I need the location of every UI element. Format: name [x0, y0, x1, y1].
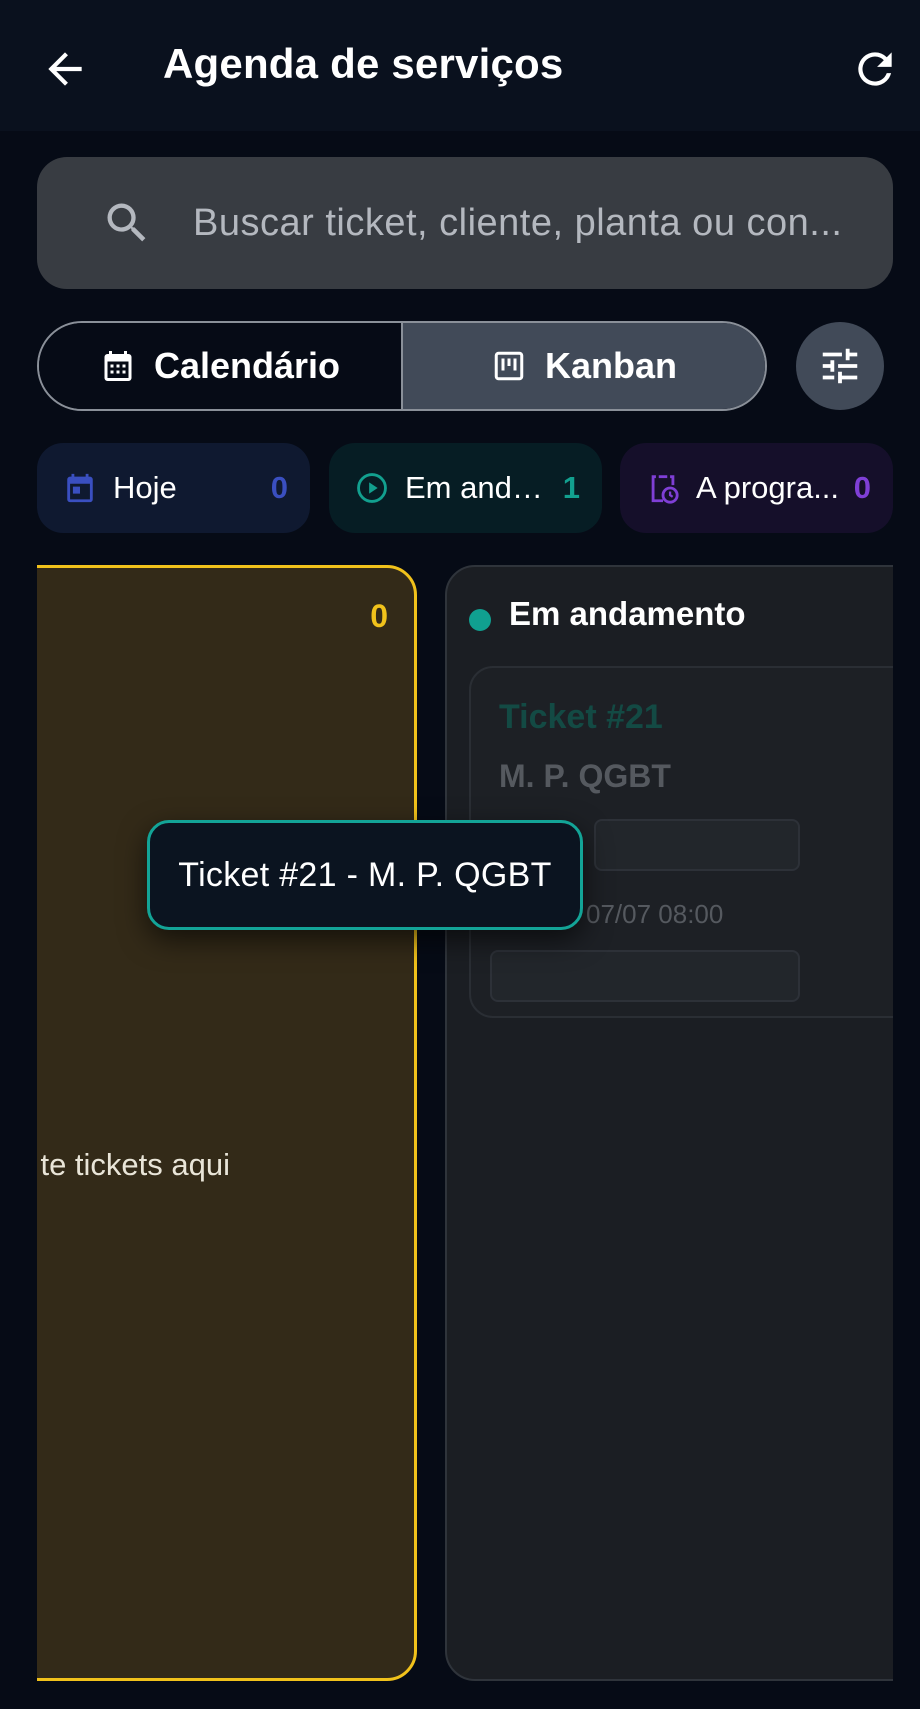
search-icon [107, 203, 146, 242]
ticket-date: 07/07 08:00 [586, 899, 724, 929]
chip-to-schedule[interactable]: A progra... 0 [620, 443, 893, 533]
status-dot [469, 609, 491, 631]
ticket-badge-placeholder [594, 819, 800, 871]
page-title: Agenda de serviços [163, 40, 564, 87]
app-bar: Agenda de serviços [0, 0, 920, 131]
kanban-column-drop-target[interactable]: 0 te tickets aqui [37, 565, 417, 1681]
back-arrow-icon[interactable] [40, 44, 90, 94]
refresh-icon[interactable] [850, 44, 900, 94]
calendar-view-label: Calendário [153, 345, 341, 386]
kanban-view-label: Kanban [544, 345, 677, 386]
tune-icon [822, 348, 858, 384]
calendar-icon [104, 351, 132, 381]
chip-to-schedule-count: 0 [853, 470, 871, 505]
ticket-action-placeholder [490, 950, 800, 1002]
calendar-view-button[interactable]: Calendário [39, 323, 403, 409]
kanban-icon [494, 351, 524, 381]
chip-today[interactable]: Hoje 0 [37, 443, 310, 533]
drop-hint-text: te tickets aqui [40, 1147, 230, 1182]
ticket-subtitle: M. P. QGBT [499, 758, 671, 794]
calendar-today-icon [67, 473, 93, 503]
chip-to-schedule-label: A progra... [696, 470, 840, 505]
kanban-board[interactable]: 0 te tickets aqui Em andamento Ticket #2… [37, 562, 893, 1684]
chip-in-progress-count: 1 [562, 470, 580, 505]
chip-today-count: 0 [270, 470, 288, 505]
column-count: 0 [370, 598, 388, 634]
kanban-view-button[interactable]: Kanban [403, 323, 765, 409]
filter-button[interactable] [796, 322, 884, 410]
chip-today-label: Hoje [113, 470, 177, 505]
clipboard-clock-icon [651, 475, 679, 504]
search-input[interactable]: Buscar ticket, cliente, planta ou con... [37, 157, 893, 289]
search-placeholder: Buscar ticket, cliente, planta ou con... [193, 202, 843, 244]
chip-in-progress[interactable]: Em anda... 1 [329, 443, 602, 533]
view-toggle: Calendário Kanban [37, 321, 767, 411]
ticket-title: Ticket #21 [499, 698, 663, 736]
chip-in-progress-label: Em anda... [405, 470, 553, 505]
drag-preview-ticket[interactable]: Ticket #21 - M. P. QGBT [147, 820, 583, 930]
column-title: Em andamento [509, 595, 746, 632]
play-circle-icon [357, 473, 387, 503]
kanban-column-in-progress[interactable]: Em andamento Ticket #21 M. P. QGBT 07/07… [445, 565, 893, 1681]
drag-preview-label: Ticket #21 - M. P. QGBT [178, 855, 552, 894]
